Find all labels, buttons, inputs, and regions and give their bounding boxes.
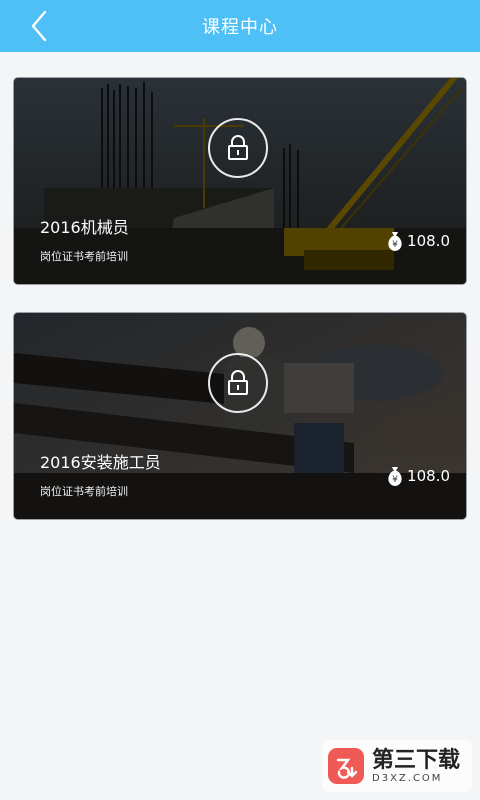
course-subtitle: 岗位证书考前培训 bbox=[40, 250, 128, 263]
download-logo-icon bbox=[328, 748, 364, 784]
price-value: 108.0 bbox=[407, 232, 450, 250]
watermark: 第三下载 D3XZ.COM bbox=[322, 740, 472, 792]
watermark-brand: 第三下载 bbox=[372, 747, 461, 773]
svg-text:¥: ¥ bbox=[392, 240, 398, 250]
lock-badge bbox=[208, 118, 268, 178]
svg-text:¥: ¥ bbox=[392, 475, 398, 485]
lock-badge bbox=[208, 353, 268, 413]
watermark-domain: D3XZ.COM bbox=[372, 772, 443, 784]
course-title: 2016安装施工员 bbox=[40, 453, 161, 472]
course-subtitle: 岗位证书考前培训 bbox=[40, 485, 128, 498]
page-title: 课程中心 bbox=[202, 17, 278, 38]
lock-icon bbox=[228, 370, 248, 395]
course-price: ¥ 108.0 bbox=[385, 230, 450, 252]
money-bag-icon: ¥ bbox=[388, 467, 402, 486]
top-bar: 课程中心 bbox=[0, 0, 480, 52]
chevron-left-icon bbox=[31, 10, 47, 42]
course-card-2[interactable]: 2016安装施工员 岗位证书考前培训 ¥ 108.0 bbox=[14, 313, 466, 519]
course-price: ¥ 108.0 bbox=[385, 465, 450, 487]
back-button[interactable] bbox=[26, 10, 54, 42]
course-card-1[interactable]: 2016机械员 岗位证书考前培训 ¥ 108.0 bbox=[14, 78, 466, 284]
course-title: 2016机械员 bbox=[40, 218, 129, 237]
money-bag-icon: ¥ bbox=[388, 232, 402, 251]
lock-icon bbox=[228, 135, 248, 160]
price-value: 108.0 bbox=[407, 467, 450, 485]
